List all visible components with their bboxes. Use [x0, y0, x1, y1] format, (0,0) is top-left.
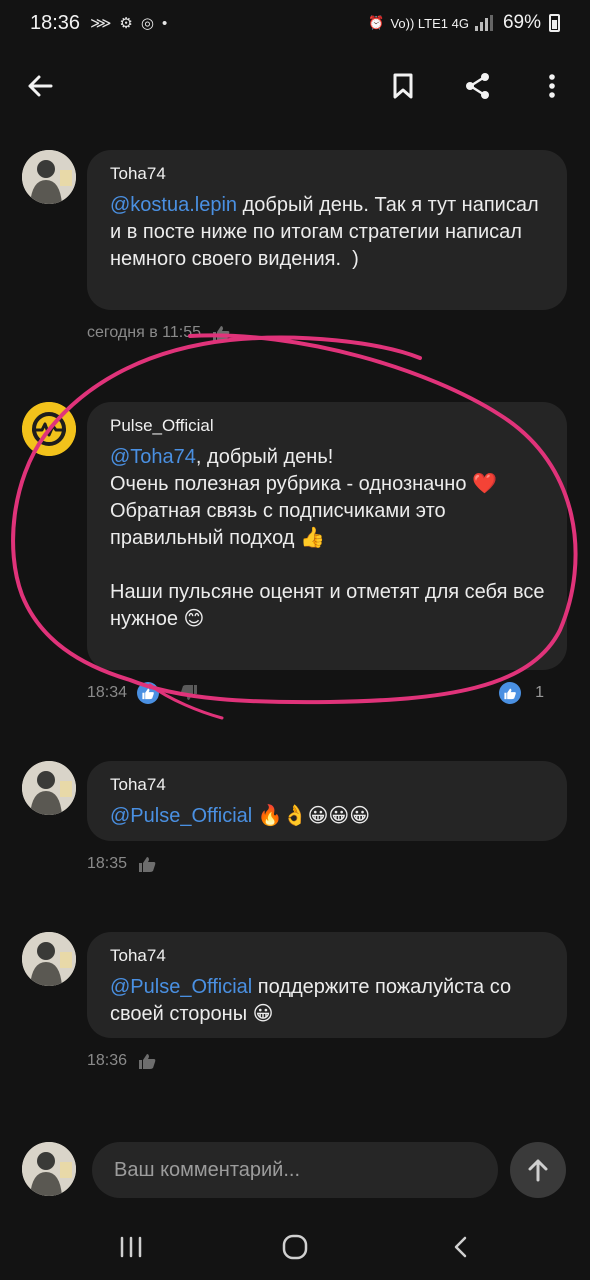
user-photo-icon	[22, 932, 76, 986]
comment-time: 18:35	[87, 855, 128, 872]
arrow-left-icon	[28, 75, 53, 97]
comment-time: сегодня в 11:55	[87, 324, 202, 341]
alarm-icon: ⏰	[368, 15, 385, 30]
dislike-icon[interactable]	[179, 684, 199, 702]
status-bar: 18:36 ⋙ ⚙ ◎ • ⏰ Vo)) LTE1 4G 69%	[0, 0, 590, 46]
bookmark-icon	[393, 73, 413, 99]
gear-icon: ⚙	[119, 15, 133, 32]
instagram-icon: ◎	[140, 15, 154, 32]
user-photo-icon	[22, 150, 76, 204]
comment-bubble: Pulse_Official @Toha74, добрый день! Оче…	[87, 402, 567, 670]
comment-text: @Pulse_Official 🔥👌😀😀😀	[110, 803, 545, 830]
avatar[interactable]	[22, 150, 76, 204]
avatar[interactable]	[22, 761, 76, 815]
status-right: ⏰ Vo)) LTE1 4G 69%	[368, 12, 560, 34]
mention-link[interactable]: @Pulse_Official	[110, 805, 252, 827]
my-avatar	[22, 1142, 76, 1196]
home-button[interactable]	[270, 1224, 320, 1270]
comment-text: @Pulse_Official поддержите пожалуйста со…	[110, 974, 545, 1028]
toolbar	[0, 62, 590, 112]
comment-meta: 18:36	[87, 1052, 157, 1070]
comment-bubble: Toha74 @kostua.lepin добрый день. Так я …	[87, 150, 567, 310]
comment-author[interactable]: Pulse_Official	[110, 416, 545, 436]
mention-link[interactable]: @Pulse_Official	[110, 976, 252, 998]
more-vertical-icon	[549, 74, 555, 98]
chevron-left-icon	[454, 1236, 467, 1258]
comment-meta: 18:34	[87, 682, 199, 704]
comment-bubble: Toha74 @Pulse_Official поддержите пожалу…	[87, 932, 567, 1038]
share-button[interactable]	[456, 64, 500, 108]
avatar[interactable]	[22, 402, 76, 456]
likes-badge-icon	[499, 682, 522, 704]
comment-text: @kostua.lepin добрый день. Так я тут нап…	[110, 192, 545, 273]
comment-time: 18:34	[87, 684, 128, 701]
system-nav-bar	[0, 1214, 590, 1280]
comment-body: , добрый день! Очень полезная рубрика - …	[110, 446, 545, 630]
comment-author[interactable]: Toha74	[110, 164, 545, 184]
pulse-logo-icon	[22, 402, 76, 456]
comment-input[interactable]	[92, 1142, 498, 1198]
arrow-up-icon	[528, 1159, 548, 1182]
user-photo-icon	[22, 1142, 76, 1196]
user-photo-icon	[22, 761, 76, 815]
send-button[interactable]	[510, 1142, 566, 1198]
network-label: Vo)) LTE1 4G	[390, 15, 469, 31]
comment-input-row	[0, 1138, 590, 1204]
comments-screen: 18:36 ⋙ ⚙ ◎ • ⏰ Vo)) LTE1 4G 69% Toha74 …	[0, 0, 590, 1280]
recent-apps-button[interactable]	[106, 1224, 156, 1270]
battery-percent: 69%	[502, 12, 541, 33]
comment-meta: 18:35	[87, 855, 157, 873]
mention-link[interactable]: @kostua.lepin	[110, 194, 237, 216]
like-icon[interactable]	[137, 1052, 157, 1070]
like-icon[interactable]	[137, 855, 157, 873]
system-back-button[interactable]	[436, 1224, 486, 1270]
mention-link[interactable]: @Toha74	[110, 446, 196, 468]
rss-icon: ⋙	[90, 15, 112, 32]
comment-text: @Toha74, добрый день! Очень полезная руб…	[110, 444, 545, 633]
bookmark-button[interactable]	[381, 64, 425, 108]
comment-meta: сегодня в 11:55	[87, 324, 231, 342]
comment-author[interactable]: Toha74	[110, 775, 545, 795]
share-icon	[466, 73, 489, 99]
more-button[interactable]	[530, 64, 574, 108]
signal-icon	[474, 15, 493, 31]
likes-summary: 1	[499, 682, 544, 704]
dot-icon: •	[161, 14, 168, 32]
like-icon[interactable]	[137, 682, 160, 704]
comment-bubble: Toha74 @Pulse_Official 🔥👌😀😀😀	[87, 761, 567, 841]
avatar[interactable]	[22, 932, 76, 986]
like-icon[interactable]	[211, 324, 231, 342]
back-button[interactable]	[18, 64, 62, 108]
comment-time: 18:36	[87, 1052, 128, 1069]
comment-body: 🔥👌😀😀😀	[252, 805, 371, 827]
comment-author[interactable]: Toha74	[110, 946, 545, 966]
likes-count[interactable]: 1	[535, 684, 544, 702]
home-icon	[282, 1234, 308, 1260]
recent-apps-icon	[120, 1236, 142, 1258]
status-time: 18:36	[30, 11, 81, 34]
battery-icon	[549, 14, 560, 32]
